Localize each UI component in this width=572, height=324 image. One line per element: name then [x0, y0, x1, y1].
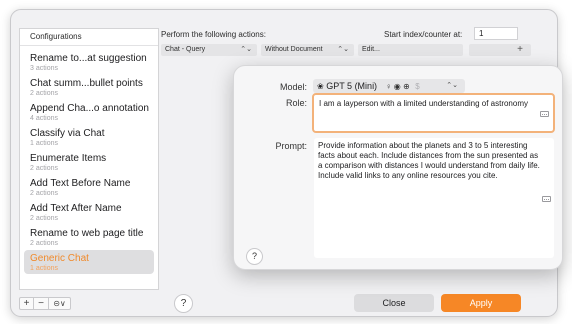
- config-item[interactable]: Chat summ...bullet points 2 actions: [24, 75, 154, 99]
- role-label: Role:: [285, 98, 307, 108]
- chat-query-popover: Model: ❀ GPT 5 (Mini) ♀ ◉ ⊕ $ ⌃⌄ Role: I…: [233, 65, 563, 270]
- config-item-name: Add Text Before Name: [30, 178, 131, 189]
- prompt-value: Provide information about the planets an…: [318, 141, 540, 180]
- config-item-count: 1 actions: [30, 265, 59, 272]
- role-field[interactable]: I am a layperson with a limited understa…: [312, 93, 555, 133]
- prompt-label: Prompt:: [275, 141, 307, 151]
- config-item-count: 2 actions: [30, 165, 59, 172]
- edit-action-button[interactable]: Edit...: [358, 44, 463, 56]
- sidebar-header: Configurations: [20, 29, 158, 46]
- config-item-name: Enumerate Items: [30, 153, 107, 164]
- action-row: Chat - Query ⌃⌄ Without Document ⌃⌄ Edit…: [161, 44, 531, 56]
- config-item[interactable]: Add Text Before Name 2 actions: [24, 175, 154, 199]
- model-capabilities-icons: ♀ ◉ ⊕: [385, 82, 410, 91]
- sidebar-footer: + − ⊝∨: [19, 297, 159, 310]
- keyboard-icon[interactable]: [542, 196, 551, 202]
- config-item[interactable]: Rename to...at suggestion 3 actions: [24, 50, 154, 74]
- role-value: I am a layperson with a limited understa…: [319, 99, 528, 108]
- close-button[interactable]: Close: [354, 294, 434, 312]
- config-item-name: Rename to web page title: [30, 228, 144, 239]
- config-item-count: 2 actions: [30, 240, 59, 247]
- actions-label: Perform the following actions:: [161, 30, 266, 39]
- model-value: GPT 5 (Mini): [326, 81, 378, 91]
- add-configuration-button[interactable]: +: [19, 297, 34, 310]
- config-item[interactable]: Enumerate Items 2 actions: [24, 150, 154, 174]
- config-item-count: 2 actions: [30, 90, 59, 97]
- prompt-field[interactable]: Provide information about the planets an…: [314, 138, 554, 258]
- config-item[interactable]: Append Cha...o annotation 4 actions: [24, 100, 154, 124]
- config-item[interactable]: Classify via Chat 1 actions: [24, 125, 154, 149]
- remove-configuration-button[interactable]: −: [34, 297, 49, 310]
- popover-help-button[interactable]: ?: [246, 248, 263, 265]
- updown-chevron-icon: ⌃⌄: [337, 46, 349, 53]
- config-item-count: 4 actions: [30, 115, 59, 122]
- start-index-input[interactable]: 1: [474, 27, 518, 40]
- document-mode-value: Without Document: [265, 46, 323, 53]
- config-item-name: Rename to...at suggestion: [30, 53, 147, 64]
- help-button[interactable]: ?: [174, 294, 193, 313]
- add-action-button[interactable]: +: [469, 44, 531, 56]
- config-item-name: Append Cha...o annotation: [30, 103, 149, 114]
- document-mode-select[interactable]: Without Document ⌃⌄: [261, 44, 354, 56]
- apply-button[interactable]: Apply: [441, 294, 521, 312]
- model-label: Model:: [279, 82, 307, 92]
- start-index-label: Start index/counter at:: [384, 30, 463, 39]
- config-item[interactable]: Add Text After Name 2 actions: [24, 200, 154, 224]
- config-item[interactable]: Rename to web page title 2 actions: [24, 225, 154, 249]
- config-item-count: 2 actions: [30, 190, 59, 197]
- keyboard-icon[interactable]: [540, 111, 549, 117]
- model-price-indicator: $: [415, 82, 420, 91]
- action-type-select[interactable]: Chat - Query ⌃⌄: [161, 44, 257, 56]
- config-item-selected[interactable]: Generic Chat 1 actions: [24, 250, 154, 274]
- config-item-name: Chat summ...bullet points: [30, 78, 143, 89]
- config-item-count: 1 actions: [30, 140, 59, 147]
- config-item-count: 3 actions: [30, 65, 59, 72]
- config-item-name: Add Text After Name: [30, 203, 122, 214]
- options-menu-button[interactable]: ⊝∨: [49, 297, 71, 310]
- updown-chevron-icon: ⌃⌄: [240, 46, 252, 53]
- action-type-value: Chat - Query: [165, 46, 206, 53]
- configurations-sidebar: Configurations Rename to...at suggestion…: [19, 28, 159, 290]
- config-item-name: Generic Chat: [30, 253, 89, 264]
- updown-chevron-icon: ⌃⌄: [446, 82, 458, 89]
- model-select[interactable]: ❀ GPT 5 (Mini) ♀ ◉ ⊕ $ ⌃⌄: [313, 79, 465, 93]
- config-item-name: Classify via Chat: [30, 128, 105, 139]
- edit-action-label: Edit...: [362, 46, 380, 53]
- configuration-list: Rename to...at suggestion 3 actions Chat…: [20, 46, 158, 274]
- openai-icon: ❀: [317, 82, 324, 91]
- config-item-count: 2 actions: [30, 215, 59, 222]
